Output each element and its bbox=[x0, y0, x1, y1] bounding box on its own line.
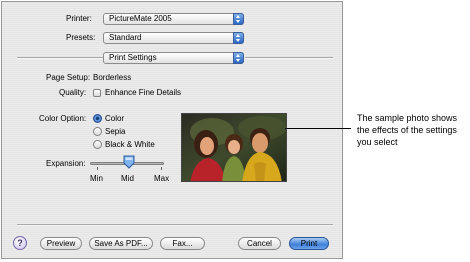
page-setup-label: Page Setup: bbox=[46, 73, 91, 82]
page-setup-value: Borderless bbox=[93, 73, 132, 82]
printer-popup[interactable]: PictureMate 2005 bbox=[103, 13, 244, 25]
printer-label: Printer: bbox=[66, 14, 92, 23]
popup-arrows-icon bbox=[233, 32, 244, 44]
enhance-fine-details-checkbox[interactable] bbox=[93, 89, 101, 97]
color-radio-label: Color bbox=[105, 114, 125, 123]
color-radio[interactable] bbox=[93, 114, 102, 123]
panel-popup[interactable]: Print Settings bbox=[103, 52, 244, 64]
save-as-pdf-button[interactable]: Save As PDF... bbox=[89, 237, 153, 250]
separator bbox=[17, 57, 103, 59]
quality-label: Quality: bbox=[59, 88, 87, 97]
print-dialog: Printer: PictureMate 2005 Presets: Stand… bbox=[1, 1, 343, 259]
print-button[interactable]: Print bbox=[289, 237, 329, 250]
fax-button[interactable]: Fax... bbox=[160, 237, 205, 250]
callout-text: The sample photo shows the effects of th… bbox=[357, 113, 458, 147]
slider-max-label: Max bbox=[154, 174, 170, 183]
sepia-radio[interactable] bbox=[93, 127, 102, 136]
popup-arrows-icon bbox=[233, 13, 244, 25]
slider-mid-label: Mid bbox=[121, 174, 134, 183]
preview-button[interactable]: Preview bbox=[40, 237, 82, 250]
slider-tick bbox=[161, 167, 162, 170]
cancel-button[interactable]: Cancel bbox=[238, 237, 281, 250]
expansion-label: Expansion: bbox=[46, 159, 86, 168]
sample-photo bbox=[181, 113, 287, 182]
black-white-radio[interactable] bbox=[93, 140, 102, 149]
help-button[interactable]: ? bbox=[13, 236, 27, 250]
black-white-radio-label: Black & White bbox=[105, 140, 155, 149]
color-option-label: Color Option: bbox=[39, 114, 87, 123]
panel-value: Print Settings bbox=[109, 53, 157, 62]
callout-line bbox=[285, 128, 351, 129]
presets-value: Standard bbox=[109, 33, 142, 42]
printer-value: PictureMate 2005 bbox=[109, 14, 172, 23]
separator bbox=[245, 57, 333, 59]
sample-photo-image bbox=[182, 114, 286, 181]
slider-min-label: Min bbox=[90, 174, 103, 183]
sepia-radio-label: Sepia bbox=[105, 127, 126, 136]
presets-popup[interactable]: Standard bbox=[103, 32, 244, 44]
enhance-fine-details-label: Enhance Fine Details bbox=[105, 88, 182, 97]
presets-label: Presets: bbox=[66, 33, 96, 42]
popup-arrows-icon bbox=[233, 52, 244, 64]
slider-tick bbox=[97, 167, 98, 170]
expansion-slider-thumb[interactable] bbox=[123, 155, 135, 169]
separator bbox=[17, 224, 333, 226]
